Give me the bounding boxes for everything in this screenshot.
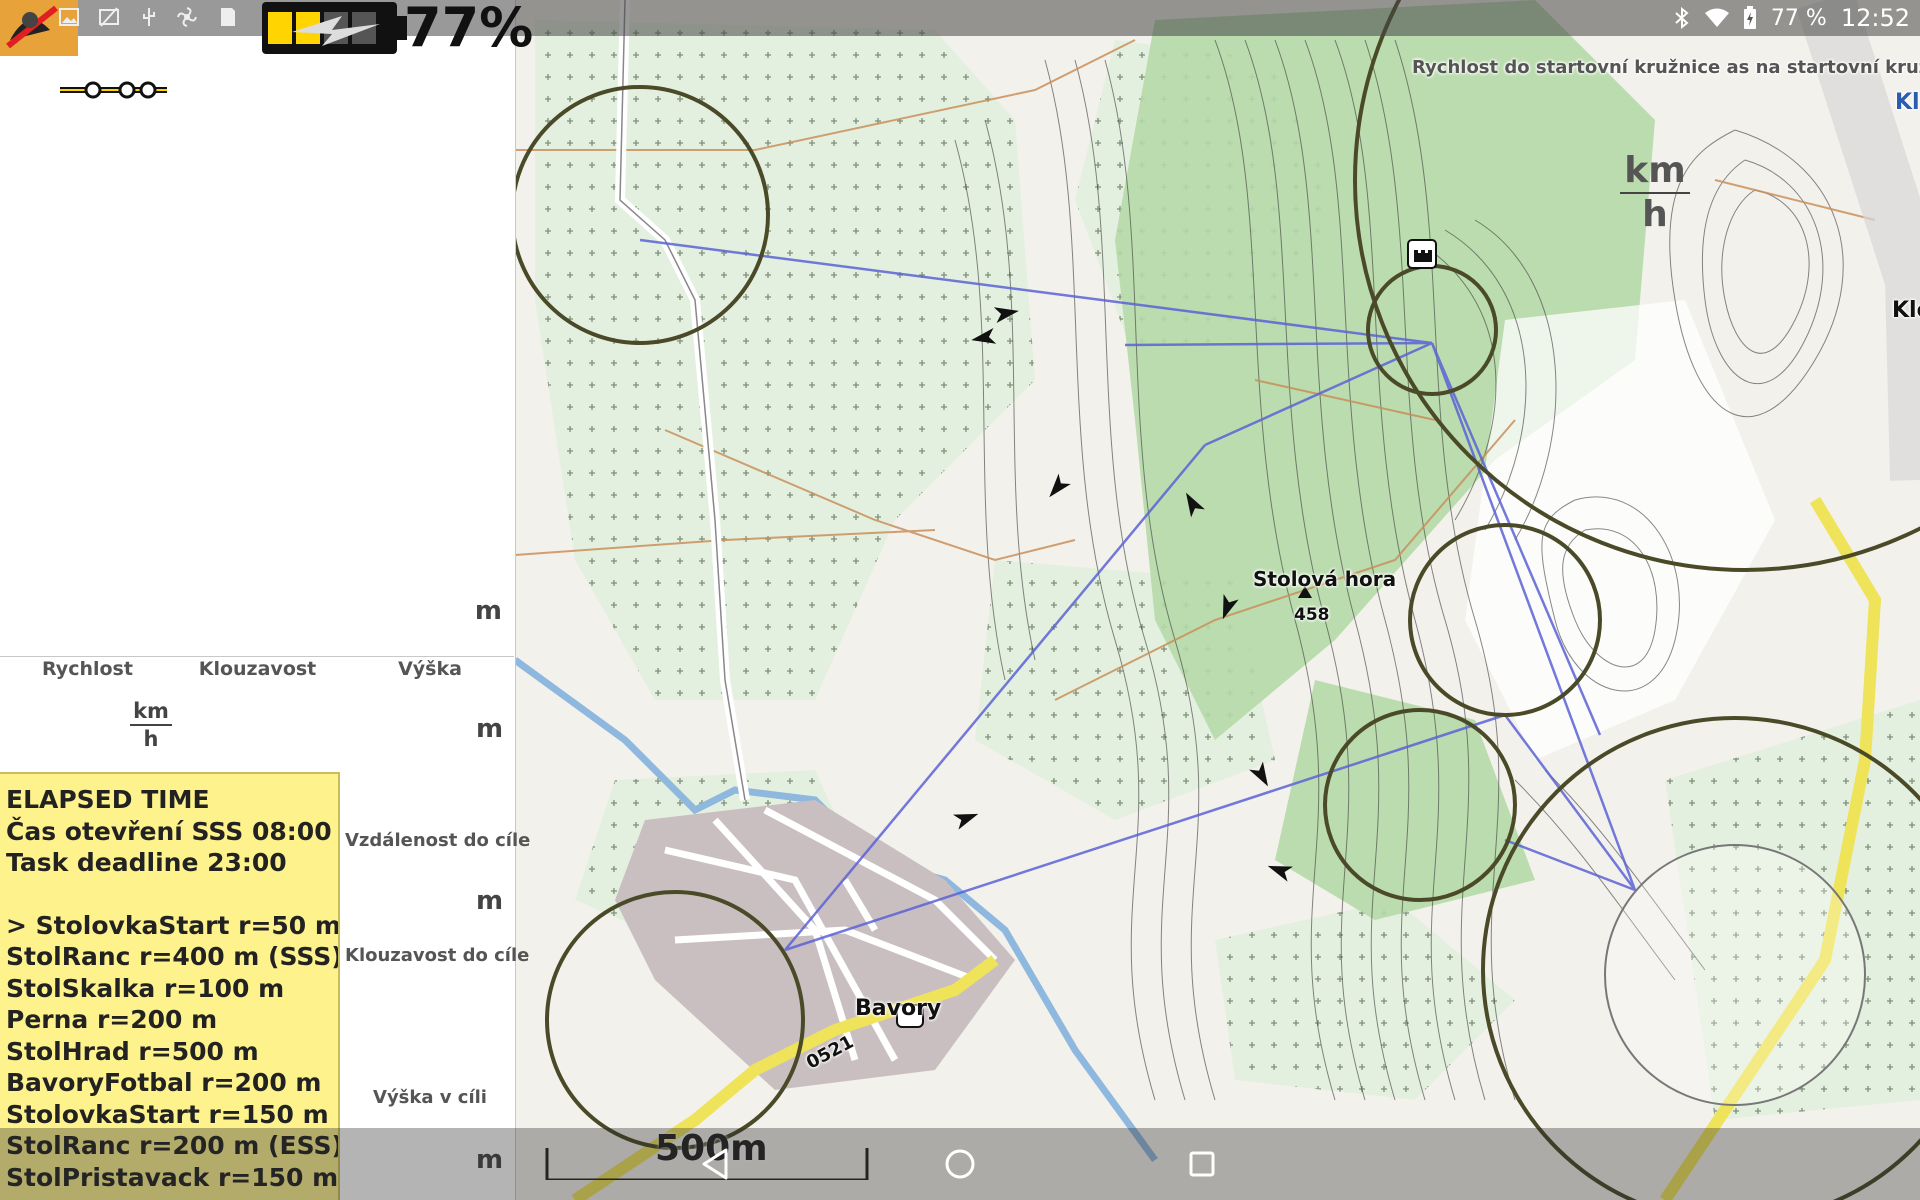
vario-graph: m [0, 58, 514, 657]
peak-name-label: Stolová hora [1253, 567, 1397, 591]
distance-unit: m [476, 886, 504, 916]
image-icon [59, 8, 79, 26]
town-label: Bavory [855, 996, 942, 1021]
glide-label: Klouzavost [198, 658, 317, 680]
altitude-label: Výška [398, 658, 462, 680]
turnpoint-item[interactable]: Perna r=200 m [6, 1004, 332, 1036]
map-speed-unit: km h [1620, 152, 1690, 234]
map-view[interactable]: Rychlost do startovní kružnice as na sta… [515, 0, 1920, 1200]
glide-to-goal-label: Klouzavost do cíle [345, 945, 530, 966]
usb-icon [143, 8, 155, 26]
system-status-icons: 77 % 12:52 [1673, 2, 1910, 34]
peak-altitude-label: 458 [1294, 605, 1330, 625]
turnpoint-item[interactable]: StolovkaStart r=150 m [6, 1099, 332, 1131]
graph-scale-icon [60, 81, 167, 99]
sss-open-time: Čas otevření SSS 08:00 [6, 816, 332, 846]
back-icon[interactable] [692, 1140, 740, 1188]
turnpoint-item[interactable]: StolHrad r=500 m [6, 1036, 332, 1068]
map-canvas[interactable] [515, 0, 1920, 1200]
altitude-at-goal-label: Výška v cíli [373, 1087, 487, 1108]
sd-card-icon [221, 8, 235, 26]
task-deadline: Task deadline 23:00 [6, 848, 287, 877]
battery-icon [1743, 6, 1756, 29]
navigation-bar [0, 1128, 1920, 1200]
turnpoint-item[interactable]: BavoryFotbal r=200 m [6, 1067, 332, 1099]
clock: 12:52 [1840, 4, 1910, 32]
instrument-panel: m Rychlost Klouzavost Výška km h m Vzdál… [0, 0, 531, 1200]
map-edge-label-1: Kl [1895, 90, 1920, 115]
turnpoint-item[interactable]: > StolovkaStart r=50 m < [6, 910, 338, 942]
castle-icon [1407, 239, 1437, 269]
battery-widget [262, 2, 397, 54]
altitude-unit: m [476, 714, 504, 744]
cast-off-icon [99, 7, 119, 27]
home-icon[interactable] [936, 1140, 984, 1188]
turnpoint-item[interactable]: StolSkalka r=100 m [6, 973, 332, 1005]
battery-percent: 77% [404, 0, 534, 59]
recents-icon[interactable] [1178, 1140, 1226, 1188]
start-cylinder-inner [1604, 844, 1866, 1106]
status-bar: 77% 77 % 12:52 [0, 0, 1920, 59]
elapsed-time-header: ELAPSED TIME [6, 785, 210, 814]
turnpoint-item[interactable]: StolRanc r=400 m (SSS) [6, 941, 338, 973]
start-speed-overlay: Rychlost do startovní kružnice as na sta… [1412, 57, 1920, 78]
battery-status-text: 77 % [1770, 5, 1827, 31]
speed-unit: km h [130, 700, 172, 750]
bluetooth-icon [1675, 7, 1689, 29]
graph-unit: m [474, 596, 502, 626]
wifi-icon [1704, 8, 1729, 27]
distance-to-goal-label: Vzdálenost do cíle [345, 830, 531, 851]
fan-icon [177, 7, 197, 27]
speed-label: Rychlost [42, 658, 133, 680]
battery-charging-icon [268, 12, 380, 46]
app-root: Rychlost do startovní kružnice as na sta… [0, 0, 1920, 1200]
map-edge-label-2: Kle [1892, 298, 1920, 323]
